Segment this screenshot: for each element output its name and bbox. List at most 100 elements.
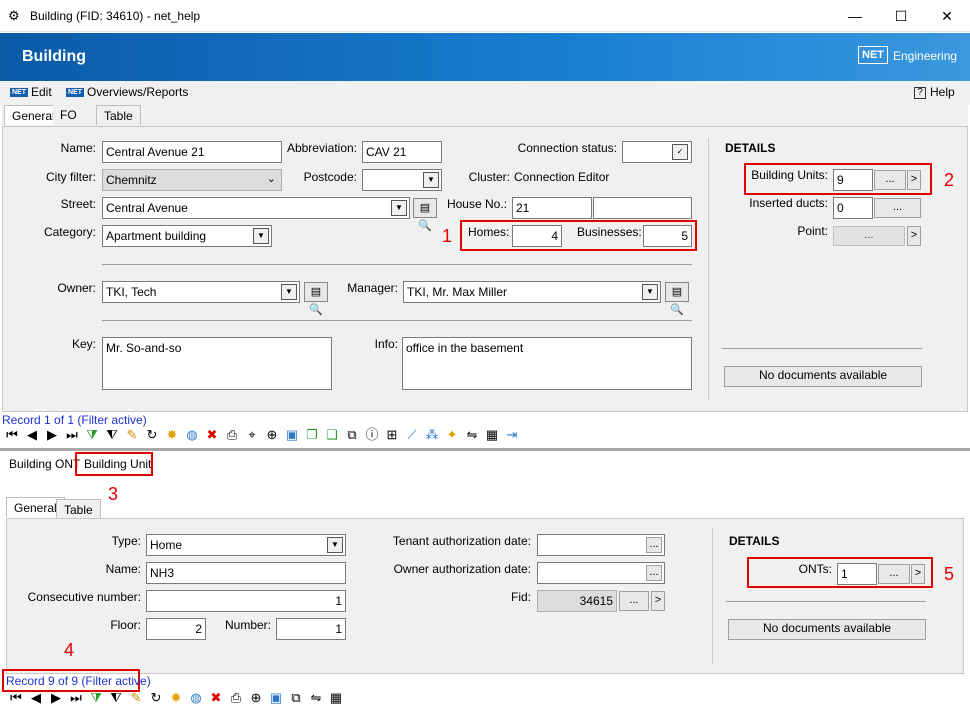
search-list-icon: ▤🔍 (309, 286, 323, 316)
tab-building-unit[interactable]: Building Unit (84, 457, 151, 471)
connection-status-label: Connection status: (517, 141, 617, 155)
inserted-ducts-open-button[interactable]: ... (874, 198, 921, 218)
house-no-field[interactable]: 21 (512, 197, 592, 219)
bookmark-icon[interactable]: ✦ (444, 427, 460, 443)
filter-icon[interactable]: ⧨ (108, 690, 124, 706)
key-textarea[interactable]: Mr. So-and-so (102, 337, 332, 390)
owner-auth-field[interactable]: ... (537, 562, 665, 584)
manager-search-button[interactable]: ▤🔍 (665, 282, 689, 316)
owner-search-button[interactable]: ▤🔍 (304, 282, 328, 316)
exit-icon[interactable]: ⇥ (504, 427, 520, 443)
print-icon[interactable]: ⎙ (228, 690, 244, 706)
split-icon[interactable]: ⁂ (424, 427, 440, 443)
previous-record-icon[interactable]: ◀ (28, 690, 44, 706)
delete-icon[interactable]: ✖ (208, 690, 224, 706)
fid-next-button[interactable]: > (651, 591, 665, 611)
minimize-button[interactable]: — (832, 0, 878, 32)
delete-icon[interactable]: ✖ (204, 427, 220, 443)
layers-icon[interactable]: ⧉ (344, 427, 360, 443)
tab-fo[interactable]: FO (53, 105, 84, 125)
type-select[interactable]: Home ▼ (146, 534, 346, 556)
close-button[interactable]: ✕ (924, 0, 970, 32)
menu-edit[interactable]: NET Edit (10, 85, 52, 99)
tenant-auth-field[interactable]: ... (537, 534, 665, 556)
globe-icon[interactable]: ◍ (184, 427, 200, 443)
tab-table[interactable]: Table (96, 105, 141, 125)
map-icon[interactable]: ⊞ (384, 427, 400, 443)
next-record-icon[interactable]: ▶ (44, 427, 60, 443)
subtab-table[interactable]: Table (56, 499, 101, 519)
postcode-select[interactable]: ▼ (362, 169, 442, 191)
number-field[interactable]: 1 (276, 618, 346, 640)
previous-record-icon[interactable]: ◀ (24, 427, 40, 443)
edit-icon[interactable]: ✎ (128, 690, 144, 706)
add-filter-icon[interactable]: ⧩ (84, 427, 100, 443)
manager-value: TKI, Mr. Max Miller (407, 285, 508, 299)
floor-field[interactable]: 2 (146, 618, 206, 640)
onts-next-button[interactable]: > (911, 564, 925, 584)
building-units-next-button[interactable]: > (907, 170, 921, 190)
add-filter-icon[interactable]: ⧩ (88, 690, 104, 706)
last-record-icon[interactable]: ⏭ (68, 690, 84, 706)
category-select[interactable]: Apartment building ▼ (102, 225, 272, 247)
city-filter-select[interactable]: Chemnitz ⌄ (102, 169, 282, 191)
fid-open-button[interactable]: ... (619, 591, 649, 611)
unit-name-field[interactable]: NH3 (146, 562, 346, 584)
tenant-auth-picker-button[interactable]: ... (646, 537, 662, 553)
maximize-button[interactable]: ☐ (878, 0, 924, 32)
house-no-suffix-field[interactable] (593, 197, 692, 219)
filter-icon[interactable]: ⧨ (104, 427, 120, 443)
last-record-icon[interactable]: ⏭ (64, 427, 80, 443)
building-units-count: 9 (833, 169, 873, 191)
menu-overviews[interactable]: NET Overviews/Reports (66, 85, 188, 99)
refresh-icon[interactable]: ↻ (144, 427, 160, 443)
select-icon[interactable]: ▣ (268, 690, 284, 706)
new-icon[interactable]: ✸ (168, 690, 184, 706)
first-record-icon[interactable]: ⏮ (8, 690, 24, 706)
abbreviation-field[interactable]: CAV 21 (362, 141, 442, 163)
next-record-icon[interactable]: ▶ (48, 690, 64, 706)
duplicate-icon[interactable]: ❏ (324, 427, 340, 443)
first-record-icon[interactable]: ⏮ (4, 427, 20, 443)
print-icon[interactable]: ⎙ (224, 427, 240, 443)
zoom-icon[interactable]: ⊕ (248, 690, 264, 706)
type-value: Home (150, 538, 183, 552)
edit-icon[interactable]: ✎ (124, 427, 140, 443)
building-units-open-button[interactable]: ... (874, 170, 906, 190)
info-icon[interactable]: ⓘ (364, 427, 380, 443)
zoom-pointer-icon[interactable]: ⌖ (244, 427, 260, 443)
draw-icon[interactable]: ⟋ (404, 427, 420, 443)
logo-text: Engineering (893, 49, 958, 63)
connect-icon[interactable]: ⇋ (308, 690, 324, 706)
table-icon[interactable]: ▦ (484, 427, 500, 443)
homes-field[interactable]: 4 (512, 225, 562, 247)
owner-auth-picker-button[interactable]: ... (646, 565, 662, 581)
info-textarea[interactable]: office in the basement (402, 337, 692, 390)
no-documents-button[interactable]: No documents available (724, 366, 922, 387)
window-title: Building (FID: 34610) - net_help (30, 9, 201, 23)
street-search-button[interactable]: ▤🔍 (413, 198, 437, 232)
select-icon[interactable]: ▣ (284, 427, 300, 443)
menu-help[interactable]: ? Help (914, 85, 955, 99)
street-select[interactable]: Central Avenue ▼ (102, 197, 410, 219)
layers-icon[interactable]: ⧉ (288, 690, 304, 706)
table-icon[interactable]: ▦ (328, 690, 344, 706)
new-icon[interactable]: ✸ (164, 427, 180, 443)
point-open-button[interactable]: ... (833, 226, 905, 246)
zoom-icon[interactable]: ⊕ (264, 427, 280, 443)
splitter[interactable] (0, 448, 970, 451)
copy-icon[interactable]: ❐ (304, 427, 320, 443)
globe-icon[interactable]: ◍ (188, 690, 204, 706)
connection-status-field[interactable]: ✓ (622, 141, 692, 163)
manager-select[interactable]: TKI, Mr. Max Miller ▼ (403, 281, 661, 303)
no-documents-button-bottom[interactable]: No documents available (728, 619, 926, 640)
refresh-icon[interactable]: ↻ (148, 690, 164, 706)
point-next-button[interactable]: > (907, 226, 921, 246)
name-field[interactable]: Central Avenue 21 (102, 141, 282, 163)
onts-open-button[interactable]: ... (878, 564, 910, 584)
consecutive-number-field[interactable]: 1 (146, 590, 346, 612)
connect-icon[interactable]: ⇋ (464, 427, 480, 443)
tab-building-ont[interactable]: Building ONT (9, 457, 80, 471)
owner-select[interactable]: TKI, Tech ▼ (102, 281, 300, 303)
businesses-field[interactable]: 5 (643, 225, 692, 247)
